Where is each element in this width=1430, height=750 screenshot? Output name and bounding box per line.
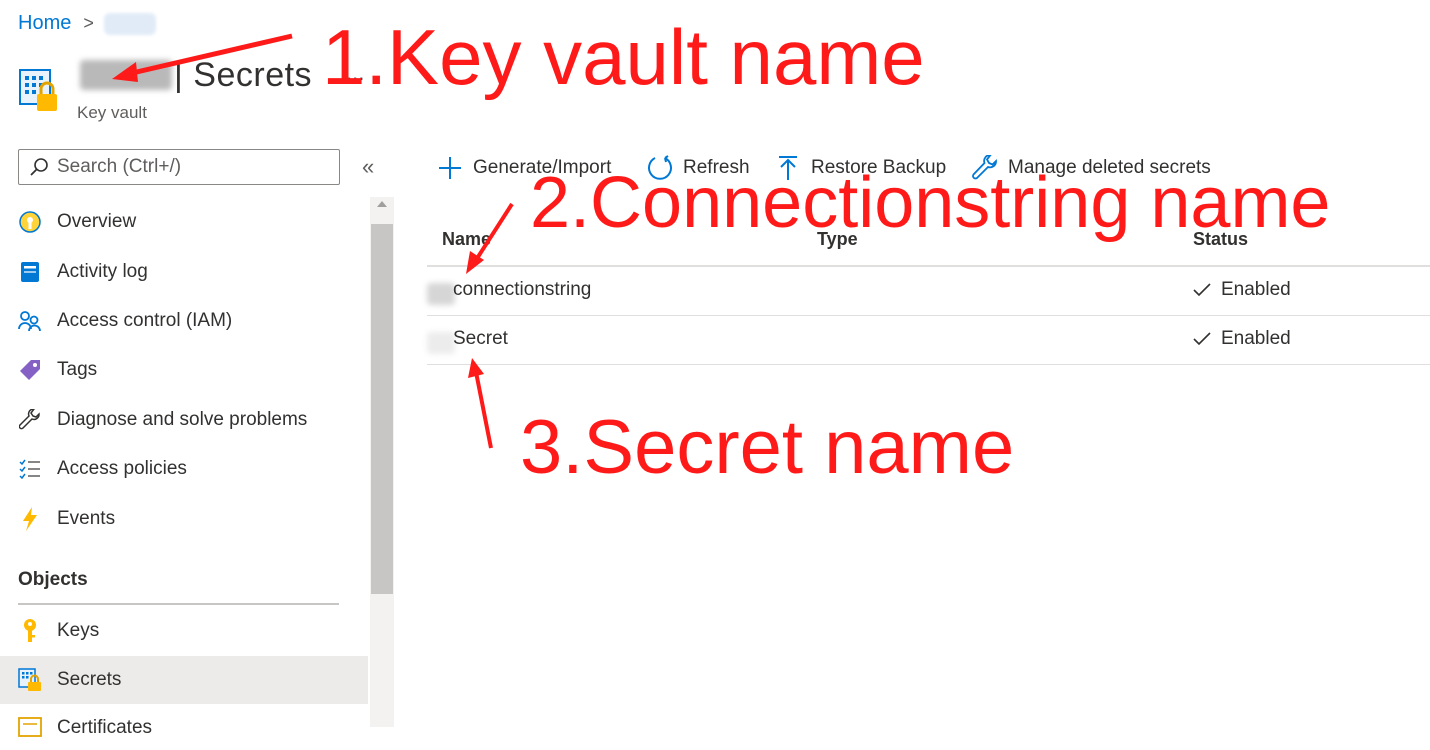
sidebar-item-label: Certificates (57, 717, 153, 738)
page-subtitle: Key vault (77, 103, 147, 122)
secret-row-icon-redacted (427, 283, 455, 305)
status-cell: Enabled (1193, 328, 1291, 350)
sidebar-item-label: Tags (57, 359, 98, 380)
sidebar-item-label: Access policies (57, 458, 187, 479)
sidebar-item-access-control[interactable]: Access control (IAM) (0, 299, 368, 343)
column-header-name[interactable]: Name (442, 229, 491, 250)
sidebar-item-certificates[interactable]: Certificates (0, 706, 368, 750)
sidebar-item-tags[interactable]: Tags (0, 348, 368, 392)
sidebar-item-diagnose[interactable]: Diagnose and solve problems (0, 398, 368, 442)
section-heading-objects: Objects (18, 569, 88, 590)
breadcrumb-separator: > (83, 13, 94, 33)
status-text: Enabled (1221, 279, 1291, 300)
checkmark-icon (1193, 332, 1211, 346)
scrollbar-thumb[interactable] (371, 224, 393, 594)
overview-icon (18, 210, 42, 234)
annotation-key-vault-name: 1.Key vault name (322, 13, 925, 101)
search-box[interactable] (18, 149, 340, 185)
tag-icon (18, 358, 42, 382)
sidebar-item-access-policies[interactable]: Access policies (0, 447, 368, 491)
sidebar-item-label: Diagnose and solve problems (57, 409, 308, 430)
arrow-to-secret (468, 358, 493, 449)
vault-name-redacted (80, 60, 172, 90)
sidebar-item-label: Secrets (57, 669, 122, 690)
sidebar-item-label: Overview (57, 211, 137, 232)
page-title: | Secrets (174, 56, 313, 94)
users-icon (18, 309, 42, 333)
status-text: Enabled (1221, 328, 1291, 349)
breadcrumb-redacted-vault[interactable] (103, 12, 156, 35)
breadcrumb: Home > (18, 12, 156, 35)
certificate-icon (18, 716, 42, 740)
plus-icon (437, 155, 463, 181)
annotation-connectionstring-name: 2.Connectionstring name (530, 163, 1331, 243)
key-vault-icon (19, 69, 57, 111)
checklist-icon (18, 457, 42, 481)
secret-name-link[interactable]: connectionstring (453, 279, 591, 301)
activity-log-icon (18, 260, 42, 284)
scroll-up-arrow[interactable] (370, 199, 394, 219)
table-row[interactable]: Secret Enabled (427, 316, 1430, 365)
sidebar-item-events[interactable]: Events (0, 497, 368, 541)
search-icon (30, 158, 48, 176)
secret-icon (18, 668, 42, 692)
sidebar-item-label: Activity log (57, 261, 148, 282)
annotation-secret-name: 3.Secret name (520, 405, 1015, 490)
sidebar-item-label: Keys (57, 620, 100, 641)
breadcrumb-home-link[interactable]: Home (18, 12, 71, 35)
sidebar-item-activity-log[interactable]: Activity log (0, 250, 368, 294)
table-row[interactable]: connectionstring Enabled (427, 267, 1430, 316)
caret-up-icon (377, 201, 387, 207)
sidebar-item-overview[interactable]: Overview (0, 200, 368, 244)
collapse-sidebar-button[interactable]: « (362, 154, 374, 180)
section-divider (18, 603, 339, 605)
sidebar-item-secrets[interactable]: Secrets (0, 656, 368, 704)
search-input[interactable] (55, 155, 329, 179)
sidebar-item-label: Access control (IAM) (57, 310, 233, 331)
secret-name-link[interactable]: Secret (453, 328, 508, 350)
sidebar-item-keys[interactable]: Keys (0, 609, 368, 653)
checkmark-icon (1193, 283, 1211, 297)
status-cell: Enabled (1193, 279, 1291, 301)
secret-row-icon-redacted (427, 332, 455, 354)
sidebar-item-label: Events (57, 508, 116, 529)
lightning-icon (18, 507, 42, 531)
wrench-icon (18, 408, 42, 432)
key-icon (18, 619, 42, 643)
